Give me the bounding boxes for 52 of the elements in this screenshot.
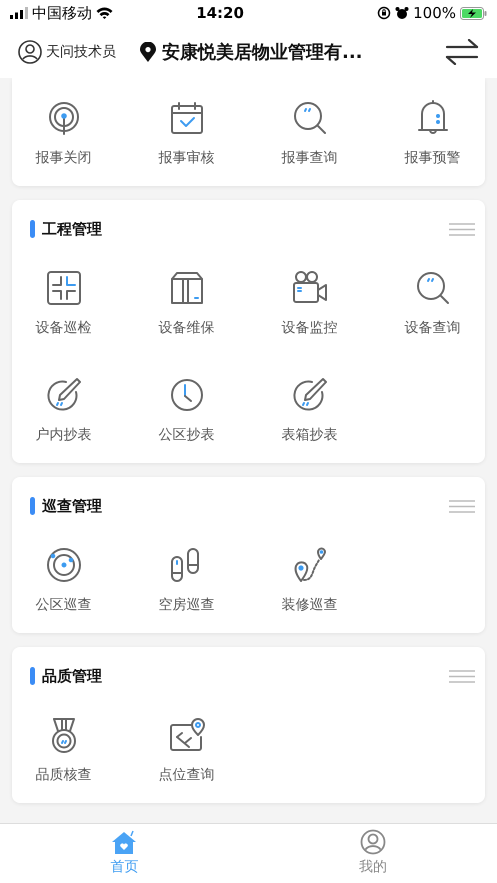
feature-button[interactable]: 点位查询 <box>125 717 248 785</box>
feature-button[interactable]: 报事查询 <box>248 100 371 168</box>
calendar-icon <box>168 100 204 136</box>
feature-button[interactable]: 设备维保 <box>125 270 248 338</box>
feature-button[interactable]: 户内抄表 <box>2 377 125 445</box>
edit-icon <box>46 377 82 413</box>
cellular-signal-icon <box>10 7 28 19</box>
search-icon <box>292 100 328 136</box>
feature-button[interactable]: 空房巡查 <box>125 547 248 615</box>
accent-bar <box>30 667 35 685</box>
feature-button[interactable]: 表箱抄表 <box>248 377 371 445</box>
map-location-icon <box>168 717 204 753</box>
feature-button[interactable]: 设备监控 <box>248 270 371 338</box>
feature-button[interactable]: 报事审核 <box>125 100 248 168</box>
drag-handle-icon[interactable] <box>449 222 475 236</box>
clock-icon <box>168 377 204 413</box>
location-pin-icon <box>140 42 156 62</box>
carrier-name: 中国移动 <box>32 2 92 24</box>
feature-button[interactable]: 报事关闭 <box>2 100 125 168</box>
user-avatar-icon <box>18 40 42 64</box>
switch-arrows-icon[interactable] <box>445 39 479 65</box>
battery-charging-icon <box>460 6 488 20</box>
wifi-icon <box>96 7 113 19</box>
feature-button[interactable]: 装修巡查 <box>248 547 371 615</box>
feature-button[interactable]: 公区巡查 <box>2 547 125 615</box>
section-title: 工程管理 <box>42 218 102 240</box>
scan-frame-icon <box>46 270 82 306</box>
search-icon <box>414 270 450 306</box>
home-icon <box>111 829 138 855</box>
feature-button[interactable]: 设备巡检 <box>2 270 125 338</box>
feature-button[interactable]: 品质核查 <box>2 717 125 785</box>
section-title: 品质管理 <box>42 666 102 687</box>
accent-bar <box>30 497 35 515</box>
cabinet-icon <box>168 270 204 306</box>
target-icon <box>46 547 82 583</box>
edit-icon <box>292 377 328 413</box>
rotation-lock-icon <box>377 6 392 20</box>
profile-icon <box>360 829 386 855</box>
feature-button[interactable]: 设备查询 <box>371 270 494 338</box>
section-title: 巡查管理 <box>42 496 102 517</box>
feature-button[interactable]: 报事预警 <box>371 100 494 168</box>
battery-percentage: 100% <box>413 2 456 24</box>
tab-item[interactable]: 我的 <box>248 824 497 883</box>
route-icon <box>292 547 328 583</box>
accent-bar <box>30 220 35 238</box>
user-name: 天问技术员 <box>46 42 116 62</box>
drag-handle-icon[interactable] <box>449 670 475 682</box>
clock-time: 14:20 <box>196 2 244 24</box>
drag-handle-icon[interactable] <box>449 500 475 512</box>
feature-button[interactable]: 公区抄表 <box>125 377 248 445</box>
location-selector[interactable]: 安康悦美居物业管理有... <box>140 38 363 66</box>
video-camera-icon <box>292 270 328 306</box>
